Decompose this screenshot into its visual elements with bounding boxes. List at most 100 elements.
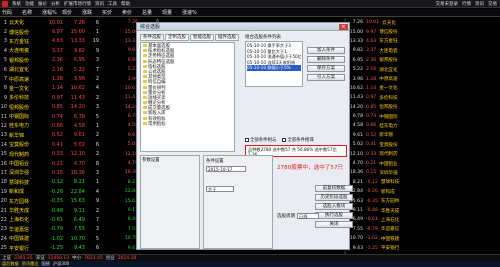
status-item-1[interactable]: 盘后数据	[2, 261, 19, 267]
table-row[interactable]: 13 新华锦 0.52 9.61 2	[0, 131, 120, 140]
condition-list-item[interactable]: 05-10-10 流通市值小于50亿	[247, 54, 301, 60]
menu-item-function[interactable]: 功能	[25, 1, 34, 7]
fq-data-button[interactable]: 前复权数据	[315, 185, 353, 192]
col-price[interactable]: 现价	[62, 9, 82, 16]
col-bid[interactable]: 买价	[102, 9, 122, 16]
volume: 4	[95, 188, 99, 195]
table-row[interactable]: 2 博信股份 9.97 15.00 1	[0, 27, 120, 36]
status-item-4[interactable]: 沪深300	[53, 261, 69, 267]
table-row[interactable]: 19 新和成 -0.26 22.84 4	[0, 187, 120, 196]
status-item-2[interactable]: 资讯雷达	[22, 261, 39, 267]
delete-condition-button[interactable]: 删除条件	[307, 56, 345, 63]
menu-item-system[interactable]: 系统	[12, 1, 21, 7]
table-row[interactable]: 8 金一文化 1.14 10.62 4	[0, 84, 120, 93]
table-row[interactable]: 22 上海石化 -0.61 6.49 7	[0, 215, 120, 224]
table-row[interactable]: 11 中钢国际 0.74 6.78 5	[0, 112, 120, 121]
close-button[interactable]: 关闭	[315, 221, 353, 228]
menu-item-quote[interactable]: 报价	[38, 1, 47, 7]
menu-item-help[interactable]: 帮助	[121, 1, 130, 7]
right-name: 中钢国际	[379, 114, 398, 120]
right-name: 多伦科技	[379, 95, 398, 101]
history-screen-button[interactable]: 历史阶段选股	[315, 194, 353, 201]
right-change: 10.01	[366, 20, 380, 26]
table-row[interactable]: 1 云天化 10.01 7.26 6	[0, 18, 120, 27]
volume: 6	[95, 245, 99, 252]
col-change[interactable]: 涨跌	[82, 9, 102, 16]
table-row[interactable]: 3 东方金钰 4.63 13.33 19	[0, 37, 120, 46]
quote-tab[interactable]: 行情	[462, 1, 471, 7]
col-name[interactable]: 名称	[22, 9, 42, 16]
col-change-pct[interactable]: 涨幅%	[42, 9, 62, 16]
add-condition-button[interactable]: 加入条件	[307, 47, 345, 54]
index-sme-label[interactable]: 中小	[72, 255, 81, 261]
change-pct: 4.63	[51, 38, 63, 45]
change-pct: 2.36	[51, 57, 63, 64]
row-index: 3	[3, 38, 7, 45]
col-code[interactable]: 代码	[2, 9, 22, 16]
checkbox-icon[interactable]	[282, 137, 287, 142]
col-ask[interactable]: 卖价	[122, 9, 142, 16]
price: 7.26	[73, 19, 85, 26]
status-item-3[interactable]: 国债	[42, 261, 50, 267]
menu-item-tools[interactable]: 工具	[108, 1, 117, 7]
right-name: 东方园林	[380, 199, 400, 205]
table-row[interactable]: 20 东方园林 -0.35 15.63 9	[0, 196, 120, 205]
period-select[interactable]: 日线	[297, 213, 319, 219]
table-row[interactable]: 21 华胜天成 -0.48 9.11 2	[0, 206, 120, 215]
condition-list: 05-10-10 换手率大于3 05-10-10 量比大于1 05-10-10 流通…	[245, 41, 303, 87]
table-row-right: 10.70 -1.02 中国铁建	[345, 234, 500, 243]
table-row[interactable]: 5 银邦股份 2.36 6.95 3	[0, 56, 120, 65]
index-gem-value: 2614.28	[117, 255, 137, 261]
table-row[interactable]: 10 恒邦股份 0.85 14.20 3	[0, 103, 120, 112]
news-tab[interactable]: 资讯	[475, 1, 484, 7]
table-row[interactable]: 12 桂东电力 0.66 4.58 1	[0, 121, 120, 130]
save-scheme-button[interactable]: 保存方案	[307, 65, 345, 72]
to-block-button[interactable]: 选股入板块	[315, 203, 353, 210]
change-pct: 3.37	[51, 47, 63, 54]
row-index: 17	[0, 169, 7, 176]
all-and-option[interactable]: 全部条件相与	[245, 137, 276, 143]
date-select[interactable]: 2015-10-17	[206, 166, 246, 172]
run-screen-button[interactable]: 执行选股	[315, 212, 353, 219]
table-row[interactable]: 18 慧球科技 -0.12 8.21 1	[0, 178, 120, 187]
all-or-option[interactable]: 全部条件相或	[282, 137, 314, 143]
close-icon[interactable]: ×	[339, 23, 348, 30]
tab-smart-screen[interactable]: 智能选股	[190, 34, 214, 41]
col-volume[interactable]: 总量	[142, 9, 162, 16]
menu-item-info[interactable]: 资讯	[95, 1, 104, 7]
table-row[interactable]: 15 现代制药 0.33 12.10 2	[0, 149, 120, 158]
table-row[interactable]: 16 中国铝业 0.21 4.70 8	[0, 159, 120, 168]
table-row[interactable]: 25 平安银行 -1.25 9.43 6	[0, 243, 120, 252]
operator-select[interactable]: 大于	[206, 186, 234, 192]
indicator-tree: 基本面选股 技术指标选股 走势特征选股 形态特征选股 指标选股 公式选股 其他类型 鸣信自编量…	[140, 42, 235, 152]
row-index: 21	[0, 207, 7, 214]
price: 9.82	[73, 47, 85, 54]
table-row[interactable]: 6 湖北宜化 2.16 5.22 7	[0, 65, 120, 74]
table-row[interactable]: 17 深圳华强 0.15 18.36 3	[0, 168, 120, 177]
price: 22.84	[70, 188, 85, 195]
right-name: 华胜天成	[380, 208, 400, 214]
tab-condition-screen[interactable]: 条件选股	[140, 34, 164, 41]
table-row[interactable]: 7 中原高速 1.28 3.96 2	[0, 74, 120, 83]
table-row-right: 9.11 -0.48 华胜天成	[345, 206, 500, 215]
tab-plugin-screen[interactable]: 插件选股	[215, 34, 239, 41]
load-scheme-button[interactable]: 引入方案	[307, 74, 345, 81]
trade-tab[interactable]: 交易	[488, 1, 497, 7]
col-speed[interactable]: 涨速%	[182, 9, 202, 16]
tab-custom-screen[interactable]: 定制选股	[165, 34, 189, 41]
menu-item-analysis[interactable]: 分析	[51, 1, 60, 7]
right-change: 0.85	[366, 104, 377, 110]
table-row[interactable]: 4 大连电瓷 3.37 9.82 9	[0, 46, 120, 55]
index-gem-label[interactable]: 创业	[106, 255, 115, 261]
menu-item-extended-market[interactable]: 扩展市场行情	[64, 1, 91, 7]
col-cur-volume[interactable]: 现量	[162, 9, 182, 16]
table-row[interactable]: 24 中国铁建 -1.02 10.70 5	[0, 234, 120, 243]
condition-list-item[interactable]: 05-10-10 跌幅小于5%	[247, 65, 301, 71]
table-row[interactable]: 14 宝莫股份 0.41 5.02 6	[0, 140, 120, 149]
tree-item[interactable]: 常用指标	[143, 121, 232, 127]
right-name: 新和成	[380, 189, 395, 195]
table-row[interactable]: 9 多伦科技 0.97 11.43 2	[0, 93, 120, 102]
trade-login-status[interactable]: 交易未登录	[436, 1, 459, 7]
checkbox-icon[interactable]	[245, 137, 249, 142]
table-row[interactable]: 23 华谊嘉信 -0.79 7.55 3	[0, 225, 120, 234]
